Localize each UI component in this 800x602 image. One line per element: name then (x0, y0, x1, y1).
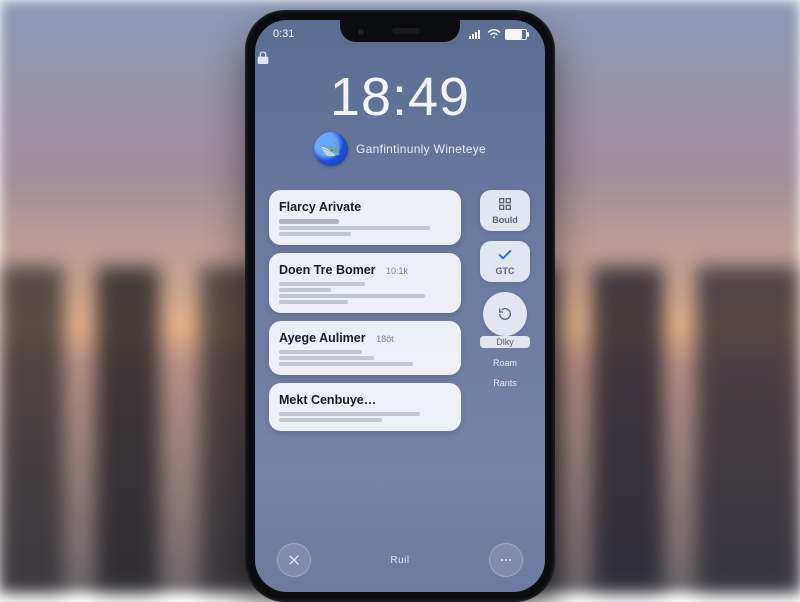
text-line (279, 294, 425, 298)
more-icon (499, 553, 513, 567)
grid-icon (497, 196, 513, 212)
text-line (279, 282, 365, 286)
widget-grid[interactable]: Bould (480, 190, 530, 231)
notification-meta: 18öt (376, 334, 394, 344)
refresh-icon (497, 306, 513, 322)
text-line (279, 232, 351, 236)
notification-card[interactable]: Doen Tre Bomer 10:1k (269, 253, 461, 313)
notification-card[interactable]: Flarcy Arivate (269, 190, 461, 245)
phone-frame: 0:31 18:49 🐋 Ganfintinunly Wineteye (245, 10, 555, 602)
notification-title: Ayege Aulimer (279, 331, 366, 345)
text-line (279, 300, 348, 304)
side-text[interactable]: Roam (480, 358, 530, 368)
notification-body (279, 412, 451, 422)
more-button[interactable] (489, 543, 523, 577)
clock-time: 18:49 (255, 70, 545, 124)
text-line (279, 350, 362, 354)
widget-refresh[interactable] (483, 292, 527, 336)
bottom-label[interactable]: Ruil (390, 555, 409, 566)
notification-body (279, 219, 451, 236)
lock-icon (255, 50, 545, 66)
notification-title: Mekt Cenbuye… (279, 393, 376, 407)
lock-screen[interactable]: 0:31 18:49 🐋 Ganfintinunly Wineteye (255, 20, 545, 592)
side-text[interactable]: Rants (480, 378, 530, 388)
text-line (279, 356, 374, 360)
battery-icon (505, 29, 527, 40)
notification-meta: 10:1k (386, 266, 408, 276)
notification-title: Flarcy Arivate (279, 200, 361, 214)
signal-icon (469, 29, 483, 39)
text-line (279, 412, 420, 416)
status-time: 0:31 (273, 28, 294, 40)
widget-label: Dlky (480, 336, 530, 348)
text-line (279, 288, 331, 292)
widget-check[interactable]: GTC (480, 241, 530, 282)
side-widget-column: Bould GTC Dlky Roam Rants (477, 190, 533, 388)
lock-screen-subtitle: Ganfintinunly Wineteye (356, 142, 486, 156)
close-icon (287, 553, 301, 567)
check-icon (497, 247, 513, 263)
notification-body (279, 282, 451, 304)
notification-card[interactable]: Mekt Cenbuye… (269, 383, 461, 431)
lock-screen-header: 18:49 🐋 Ganfintinunly Wineteye (255, 50, 545, 166)
text-line (279, 219, 339, 224)
notification-body (279, 350, 451, 366)
text-line (279, 418, 382, 422)
widget-label: GTC (496, 266, 515, 276)
close-button[interactable] (277, 543, 311, 577)
widget-label: Bould (492, 215, 518, 225)
globe-icon: 🐋 (314, 132, 348, 166)
text-line (279, 362, 413, 366)
wifi-icon (487, 29, 501, 39)
bottom-bar: Ruil (255, 540, 545, 580)
notification-title: Doen Tre Bomer (279, 263, 376, 277)
text-line (279, 226, 430, 230)
notification-card[interactable]: Ayege Aulimer 18öt (269, 321, 461, 375)
notification-stack: Flarcy Arivate Doen Tre Bomer 10:1k (269, 190, 461, 431)
notch (340, 20, 460, 42)
